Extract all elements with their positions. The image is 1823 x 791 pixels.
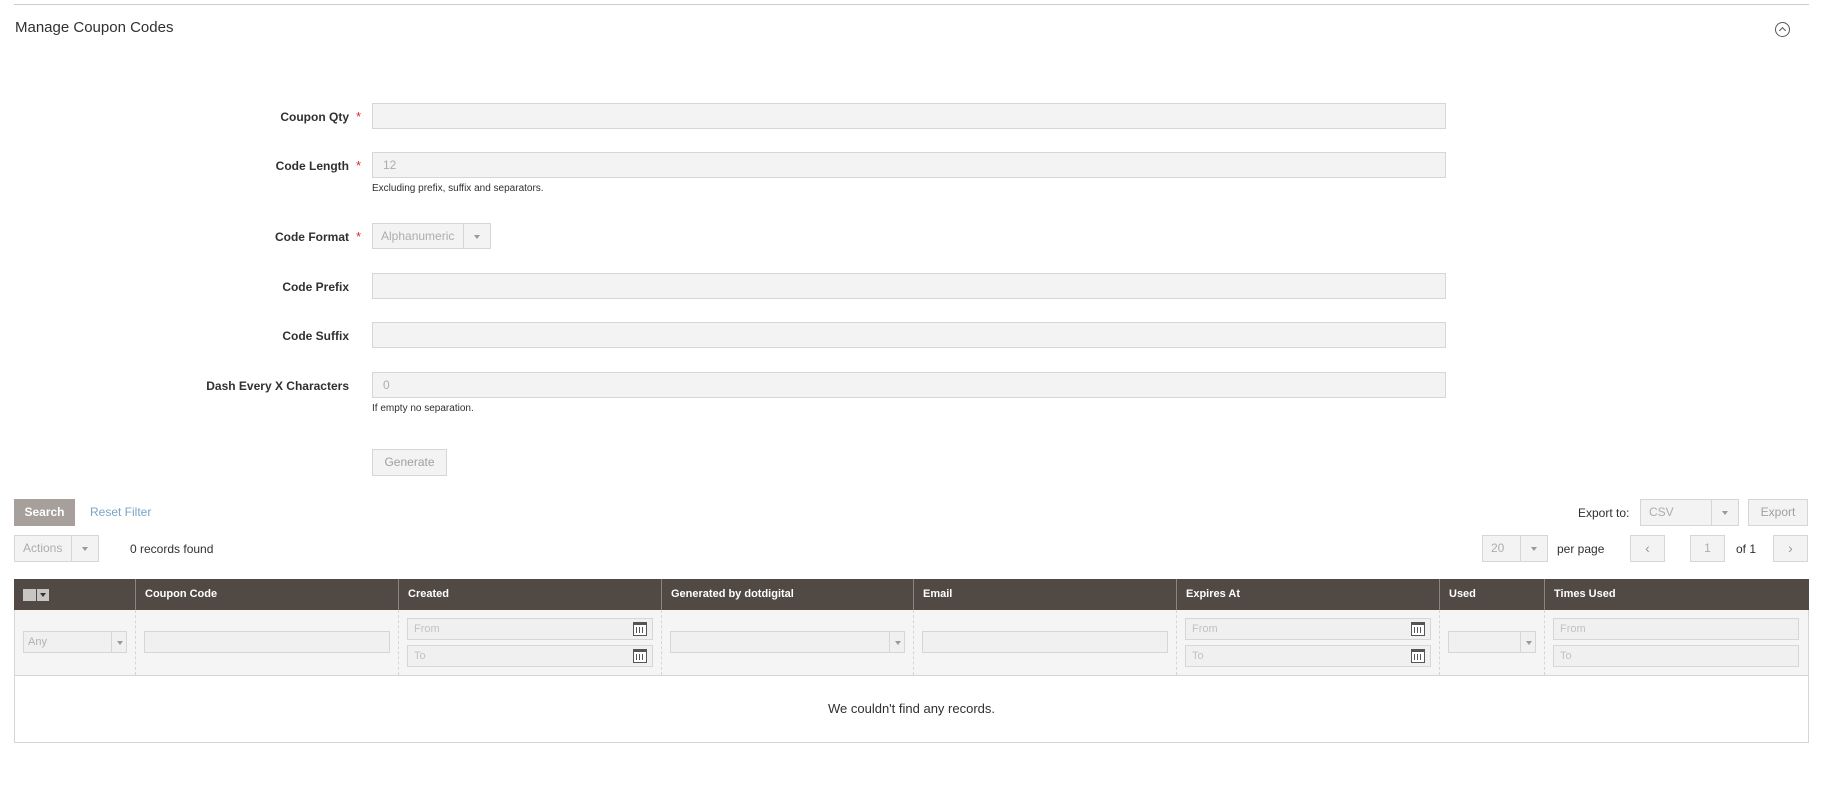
filter-cell-created: From To: [399, 610, 662, 675]
code-format-select[interactable]: Alphanumeric: [372, 223, 491, 249]
collapse-section-icon[interactable]: [1775, 22, 1790, 37]
reset-filter-link[interactable]: Reset Filter: [90, 505, 151, 519]
chevron-down-icon: [111, 632, 126, 652]
total-pages-label: of 1: [1736, 542, 1757, 556]
filter-cell-email: [914, 610, 1177, 675]
chevron-down-icon: [1711, 500, 1738, 525]
records-found-count: 0 records found: [130, 542, 214, 556]
expires-from-input[interactable]: From: [1185, 618, 1431, 640]
calendar-icon[interactable]: [1411, 622, 1425, 636]
mass-select-filter[interactable]: Any: [23, 631, 127, 653]
per-page-value: 20: [1491, 541, 1505, 555]
filter-cell-times-used: From To: [1545, 610, 1808, 675]
calendar-icon[interactable]: [633, 622, 647, 636]
code-length-note: Excluding prefix, suffix and separators.: [372, 183, 544, 194]
chevron-down-icon: [71, 536, 98, 561]
next-page-button[interactable]: ›: [1773, 535, 1808, 562]
code-format-value: Alphanumeric: [381, 229, 455, 243]
code-prefix-input[interactable]: [372, 273, 1446, 299]
chevron-down-icon: [889, 632, 904, 652]
mass-select-value: Any: [28, 636, 47, 648]
column-header-times-used[interactable]: Times Used: [1545, 579, 1809, 610]
column-header-created[interactable]: Created: [399, 579, 662, 610]
expires-to-placeholder: To: [1192, 650, 1204, 662]
used-filter-select[interactable]: [1448, 631, 1536, 653]
dash-every-note: If empty no separation.: [372, 403, 474, 414]
export-format-select[interactable]: CSV: [1640, 499, 1739, 526]
calendar-icon[interactable]: [1411, 649, 1425, 663]
chevron-down-icon: [463, 224, 490, 248]
created-to-placeholder: To: [414, 650, 426, 662]
code-prefix-label: Code Prefix: [282, 280, 349, 294]
calendar-icon[interactable]: [633, 649, 647, 663]
dash-every-label: Dash Every X Characters: [206, 379, 349, 393]
times-used-to-placeholder: To: [1560, 650, 1572, 662]
code-suffix-label: Code Suffix: [282, 329, 349, 343]
chevron-down-icon: [1520, 632, 1535, 652]
code-length-input[interactable]: [372, 152, 1446, 178]
code-length-label: Code Length: [275, 159, 349, 173]
email-filter-input[interactable]: [922, 631, 1168, 653]
filter-cell-mass: Any: [15, 610, 136, 675]
generate-button[interactable]: Generate: [372, 449, 447, 476]
empty-records-message: We couldn't find any records.: [14, 676, 1809, 743]
coupon-code-filter-input[interactable]: [144, 631, 390, 653]
code-suffix-input[interactable]: [372, 322, 1446, 348]
export-format-value: CSV: [1649, 505, 1674, 519]
current-page-input[interactable]: 1: [1690, 535, 1725, 562]
column-header-generated-by[interactable]: Generated by dotdigital: [662, 579, 914, 610]
filter-cell-expires-at: From To: [1177, 610, 1440, 675]
chevron-right-icon: ›: [1788, 540, 1793, 556]
section-divider: [14, 4, 1809, 5]
section-title: Manage Coupon Codes: [15, 19, 174, 36]
created-to-input[interactable]: To: [407, 645, 653, 667]
dash-every-input[interactable]: [372, 372, 1446, 398]
grid-filter-row: Any From To From To From To: [14, 610, 1809, 676]
required-marker: *: [356, 229, 362, 244]
filter-cell-generated-by: [662, 610, 914, 675]
per-page-select[interactable]: 20: [1482, 535, 1548, 562]
grid-header-row: Coupon Code Created Generated by dotdigi…: [14, 579, 1809, 610]
checkbox-icon: [23, 589, 36, 601]
column-header-email[interactable]: Email: [914, 579, 1177, 610]
column-header-coupon-code[interactable]: Coupon Code: [136, 579, 399, 610]
times-used-to-input[interactable]: To: [1553, 645, 1799, 667]
export-to-label: Export to:: [1578, 506, 1630, 520]
column-header-mass-select[interactable]: [14, 579, 136, 610]
required-marker: *: [356, 158, 362, 173]
actions-value: Actions: [23, 541, 63, 555]
column-header-expires-at[interactable]: Expires At: [1177, 579, 1440, 610]
coupon-qty-label: Coupon Qty: [280, 110, 349, 124]
created-from-placeholder: From: [414, 623, 440, 635]
actions-select[interactable]: Actions: [14, 535, 99, 562]
created-from-input[interactable]: From: [407, 618, 653, 640]
filter-cell-coupon-code: [136, 610, 399, 675]
previous-page-button[interactable]: ‹: [1630, 535, 1665, 562]
mass-select-checkbox[interactable]: [23, 589, 49, 601]
required-marker: *: [356, 109, 362, 124]
times-used-from-input[interactable]: From: [1553, 618, 1799, 640]
filter-cell-used: [1440, 610, 1545, 675]
times-used-from-placeholder: From: [1560, 623, 1586, 635]
chevron-down-icon: [1520, 536, 1547, 561]
per-page-label: per page: [1557, 542, 1605, 556]
export-button[interactable]: Export: [1748, 499, 1808, 526]
coupon-grid: Coupon Code Created Generated by dotdigi…: [14, 579, 1809, 743]
chevron-down-icon: [37, 589, 49, 601]
coupon-qty-input[interactable]: [372, 103, 1446, 129]
column-header-used[interactable]: Used: [1440, 579, 1545, 610]
expires-from-placeholder: From: [1192, 623, 1218, 635]
code-format-label: Code Format: [274, 230, 349, 244]
search-button[interactable]: Search: [14, 499, 75, 526]
expires-to-input[interactable]: To: [1185, 645, 1431, 667]
chevron-left-icon: ‹: [1645, 540, 1650, 556]
generated-by-filter-select[interactable]: [670, 631, 905, 653]
